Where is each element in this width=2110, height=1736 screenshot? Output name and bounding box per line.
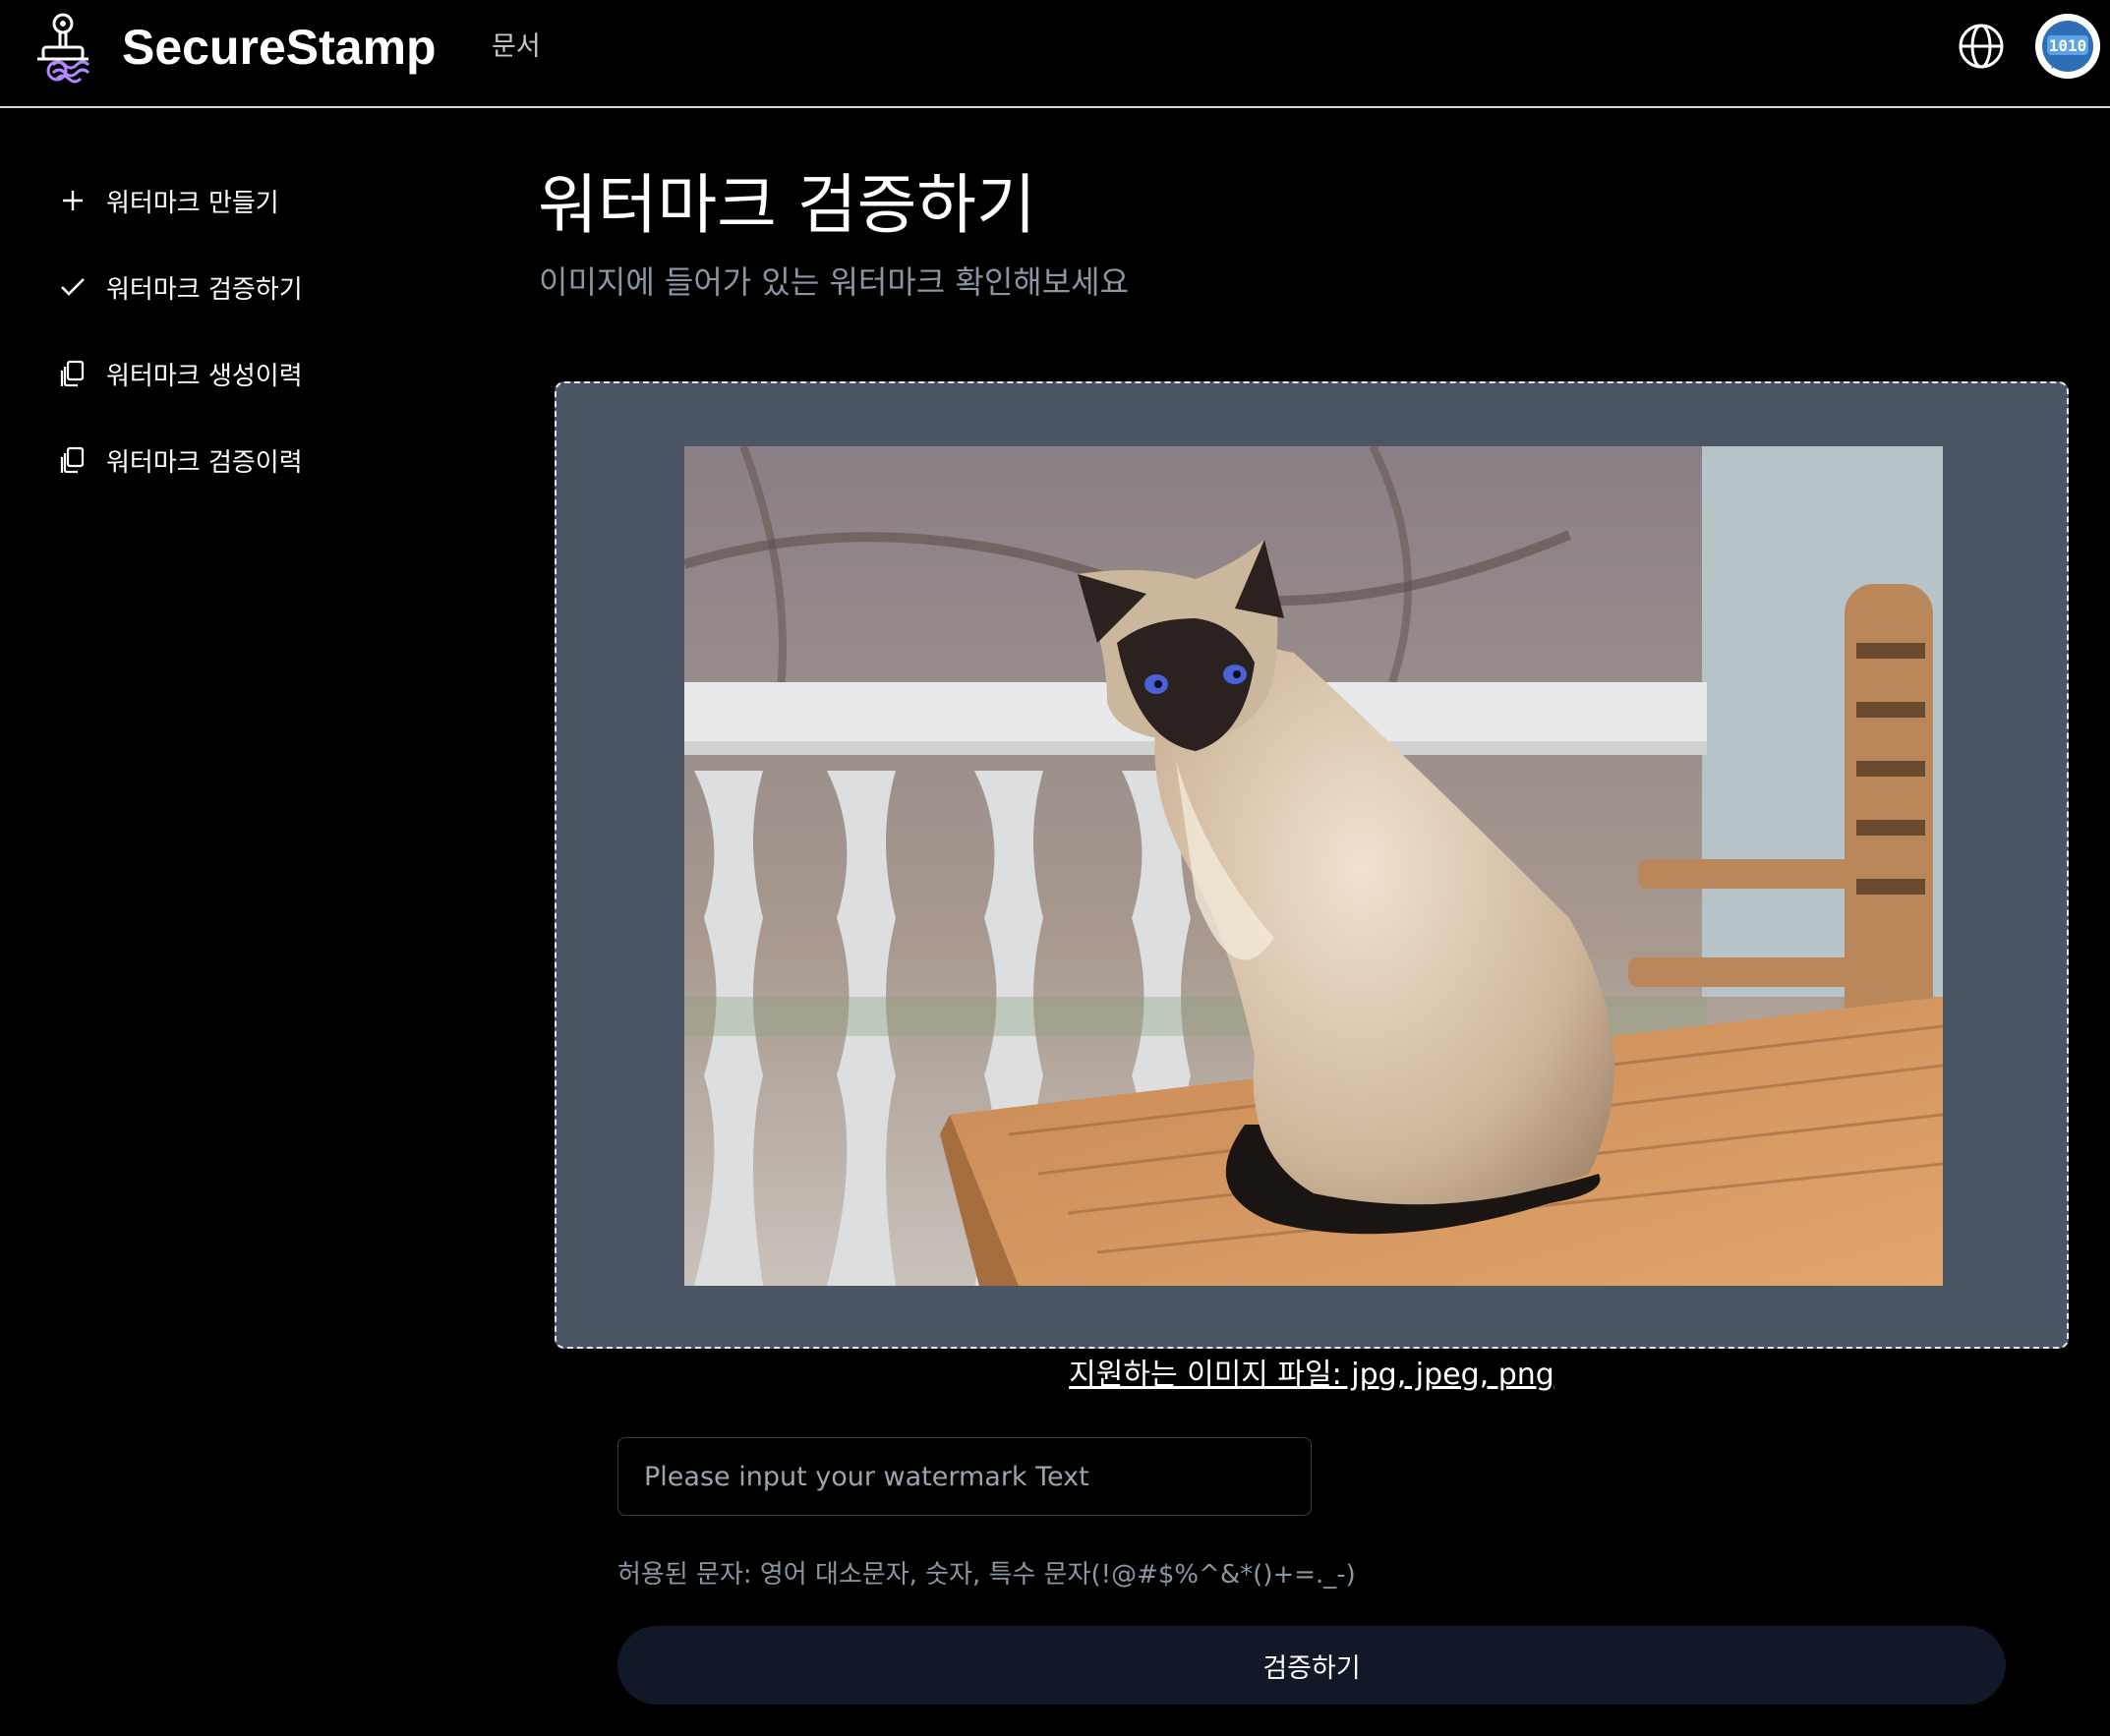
image-dropzone[interactable] xyxy=(555,381,2069,1349)
svg-text:1010: 1010 xyxy=(2049,36,2087,55)
sidebar-item-create-watermark[interactable]: 워터마크 만들기 xyxy=(55,173,468,228)
cat-photo-image xyxy=(684,446,1943,1286)
sidebar-item-label: 워터마크 생성이력 xyxy=(106,361,303,391)
page-title: 워터마크 검증하기 xyxy=(538,167,1036,243)
stamp-logo-icon[interactable] xyxy=(33,10,108,85)
copy-icon xyxy=(55,442,90,478)
sidebar-item-label: 워터마크 검증하기 xyxy=(106,274,303,305)
sidebar-item-verification-history[interactable]: 워터마크 검증이력 xyxy=(55,433,468,488)
sidebar-item-label: 워터마크 만들기 xyxy=(106,188,279,218)
sidebar-item-creation-history[interactable]: 워터마크 생성이력 xyxy=(55,346,468,401)
verify-button[interactable]: 검증하기 xyxy=(617,1626,2006,1705)
page-subtitle: 이미지에 들어가 있는 워터마크 확인해보세요 xyxy=(539,263,1130,301)
plus-icon xyxy=(55,183,90,218)
uploaded-image-preview xyxy=(684,446,1943,1286)
watermark-text-input[interactable] xyxy=(617,1437,1312,1516)
globe-icon[interactable] xyxy=(1957,22,2006,71)
allowed-characters-hint: 허용된 문자: 영어 대소문자, 숫자, 특수 문자(!@#$%^&*()+=.… xyxy=(617,1560,1356,1590)
user-avatar[interactable]: 1010 xyxy=(2035,14,2100,79)
top-header: SecureStamp 문서 1010 xyxy=(0,0,2110,108)
sidebar-item-verify-watermark[interactable]: 워터마크 검증하기 xyxy=(55,260,468,315)
sidebar-item-label: 워터마크 검증이력 xyxy=(106,447,303,478)
nav-docs-link[interactable]: 문서 xyxy=(492,28,541,67)
avatar-badge-icon: 1010 xyxy=(2035,14,2100,79)
copy-icon xyxy=(55,356,90,391)
check-icon xyxy=(55,269,90,305)
brand-name[interactable]: SecureStamp xyxy=(122,18,437,77)
supported-formats-text[interactable]: 지원하는 이미지 파일: jpg, jpeg, png xyxy=(555,1355,2069,1396)
sidebar: 워터마크 만들기 워터마크 검증하기 워터마크 생성이력 워터마크 검증이력 xyxy=(0,110,492,1736)
